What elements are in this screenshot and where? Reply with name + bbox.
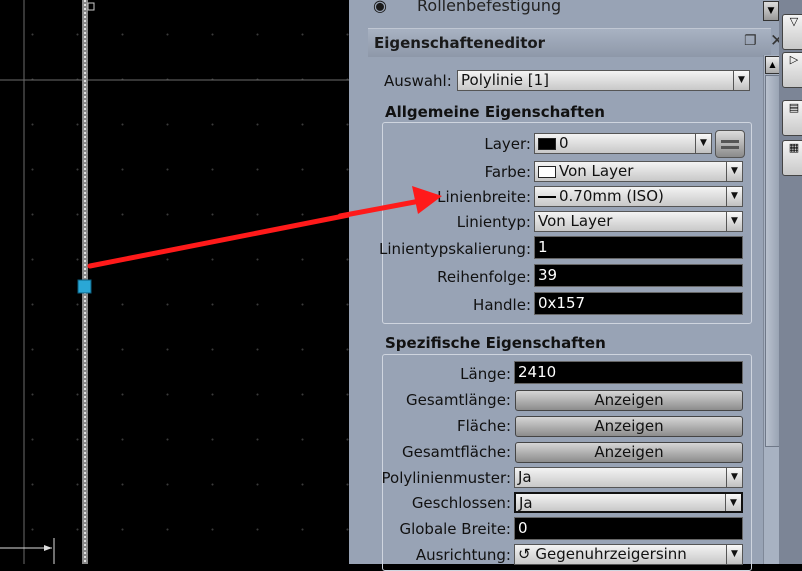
area-show-button[interactable]: Anzeigen (515, 416, 743, 437)
document-icon[interactable]: ▤ (782, 100, 802, 136)
previous-panel-row: ◉ Rollenbefestigung ▼ (349, 0, 779, 24)
scroll-thumb[interactable] (765, 75, 780, 447)
length-label: Länge: (460, 365, 511, 383)
chevron-down-icon[interactable]: ▼ (726, 468, 742, 487)
chevron-down-icon[interactable]: ▼ (726, 187, 742, 206)
linetype-value: Von Layer (538, 212, 613, 230)
color-swatch (538, 165, 556, 178)
grip-handle[interactable] (77, 279, 92, 294)
orientation-dropdown[interactable]: ↺ Gegenuhrzeigersinn ▼ (514, 544, 743, 565)
select-icon[interactable]: ▷ (782, 52, 802, 88)
polyline-pattern-value: Ja (518, 468, 532, 486)
properties-sidebar: ◉ Rollenbefestigung ▼ Eigenschaftenedito… (349, 0, 802, 571)
area-label: Fläche: (456, 417, 511, 435)
order-input[interactable]: 39 (534, 264, 743, 287)
polyline-pattern-dropdown[interactable]: Ja ▼ (514, 467, 743, 488)
lineweight-value: 0.70mm (ISO) (559, 187, 664, 205)
orientation-label: Ausrichtung: (415, 546, 511, 564)
linetype-dropdown[interactable]: Von Layer ▼ (534, 211, 743, 232)
drawing-canvas[interactable] (0, 0, 349, 564)
layer-dropdown[interactable]: 0 ▼ (534, 133, 712, 154)
lineweight-label: Linienbreite: (437, 188, 531, 206)
total-area-label: Gesamtfläche: (401, 443, 511, 461)
rotate-ccw-icon: ↺ (518, 545, 536, 563)
chevron-down-icon[interactable]: ▼ (726, 162, 742, 181)
chevron-down-icon[interactable]: ▼ (725, 494, 741, 511)
total-length-label: Gesamtlänge: (405, 391, 511, 409)
scroll-up-button[interactable]: ▲ (765, 56, 780, 74)
clipboard-icon[interactable]: ▦ (782, 140, 802, 176)
linetype-label: Linientyp: (456, 213, 531, 231)
right-tool-strip: ▽ ▷ ▤ ▦ (779, 0, 802, 564)
chevron-down-icon[interactable]: ▼ (695, 134, 711, 153)
lineweight-glyph (538, 195, 556, 198)
handle-input[interactable]: 0x157 (534, 292, 743, 315)
selection-value: Polylinie [1] (461, 71, 549, 89)
restore-window-icon[interactable]: ❐ (744, 33, 757, 49)
lineweight-dropdown[interactable]: 0.70mm (ISO) ▼ (534, 186, 743, 207)
scroll-down-button[interactable]: ▼ (763, 1, 779, 21)
global-width-input[interactable]: 0 (514, 517, 743, 540)
selection-label: Auswahl: (384, 72, 452, 90)
linetype-scale-label: Linientypskalierung: (379, 240, 531, 258)
length-input[interactable]: 2410 (514, 361, 743, 384)
color-dropdown[interactable]: Von Layer ▼ (534, 161, 743, 182)
layer-color-swatch (538, 137, 556, 150)
total-area-show-button[interactable]: Anzeigen (515, 442, 743, 463)
top-grip[interactable] (87, 2, 95, 11)
annotation-arrow-line (87, 212, 349, 269)
panel-title: Eigenschafteneditor (374, 34, 546, 52)
closed-dropdown[interactable]: Ja ▼ (514, 492, 743, 513)
selection-dropdown[interactable]: Polylinie [1] ▼ (457, 70, 750, 91)
general-properties-title: Allgemeine Eigenschaften (385, 103, 605, 121)
layer-label: Layer: (484, 135, 531, 153)
chevron-down-icon[interactable]: ▼ (733, 71, 749, 90)
dimension-arrowhead (44, 545, 52, 551)
chevron-down-icon[interactable]: ▼ (726, 212, 742, 231)
color-label: Farbe: (484, 163, 531, 181)
chevron-down-icon[interactable]: ▼ (726, 545, 742, 564)
layer-manager-button[interactable] (715, 130, 745, 158)
layer-value: 0 (559, 134, 569, 152)
drawing-svg (0, 0, 349, 564)
total-length-show-button[interactable]: Anzeigen (515, 390, 743, 411)
filter-icon[interactable]: ▽ (782, 14, 802, 50)
panel-scrollbar[interactable]: ▲ (763, 55, 780, 564)
linetype-scale-input[interactable]: 1 (534, 236, 743, 259)
eye-icon[interactable]: ◉ (373, 0, 387, 15)
closed-label: Geschlossen: (411, 494, 511, 512)
global-width-label: Globale Breite: (399, 520, 511, 538)
color-value: Von Layer (559, 162, 634, 180)
specific-properties-title: Spezifische Eigenschaften (385, 334, 606, 352)
polyline-pattern-label: Polylinienmuster: (381, 469, 511, 487)
previous-panel-label: Rollenbefestigung (417, 0, 562, 15)
orientation-value: Gegenuhrzeigersinn (535, 545, 687, 563)
panel-header: Eigenschafteneditor ❐ ✕ (368, 28, 784, 57)
handle-label: Handle: (473, 296, 531, 314)
order-label: Reihenfolge: (437, 268, 531, 286)
closed-value: Ja (519, 494, 533, 512)
